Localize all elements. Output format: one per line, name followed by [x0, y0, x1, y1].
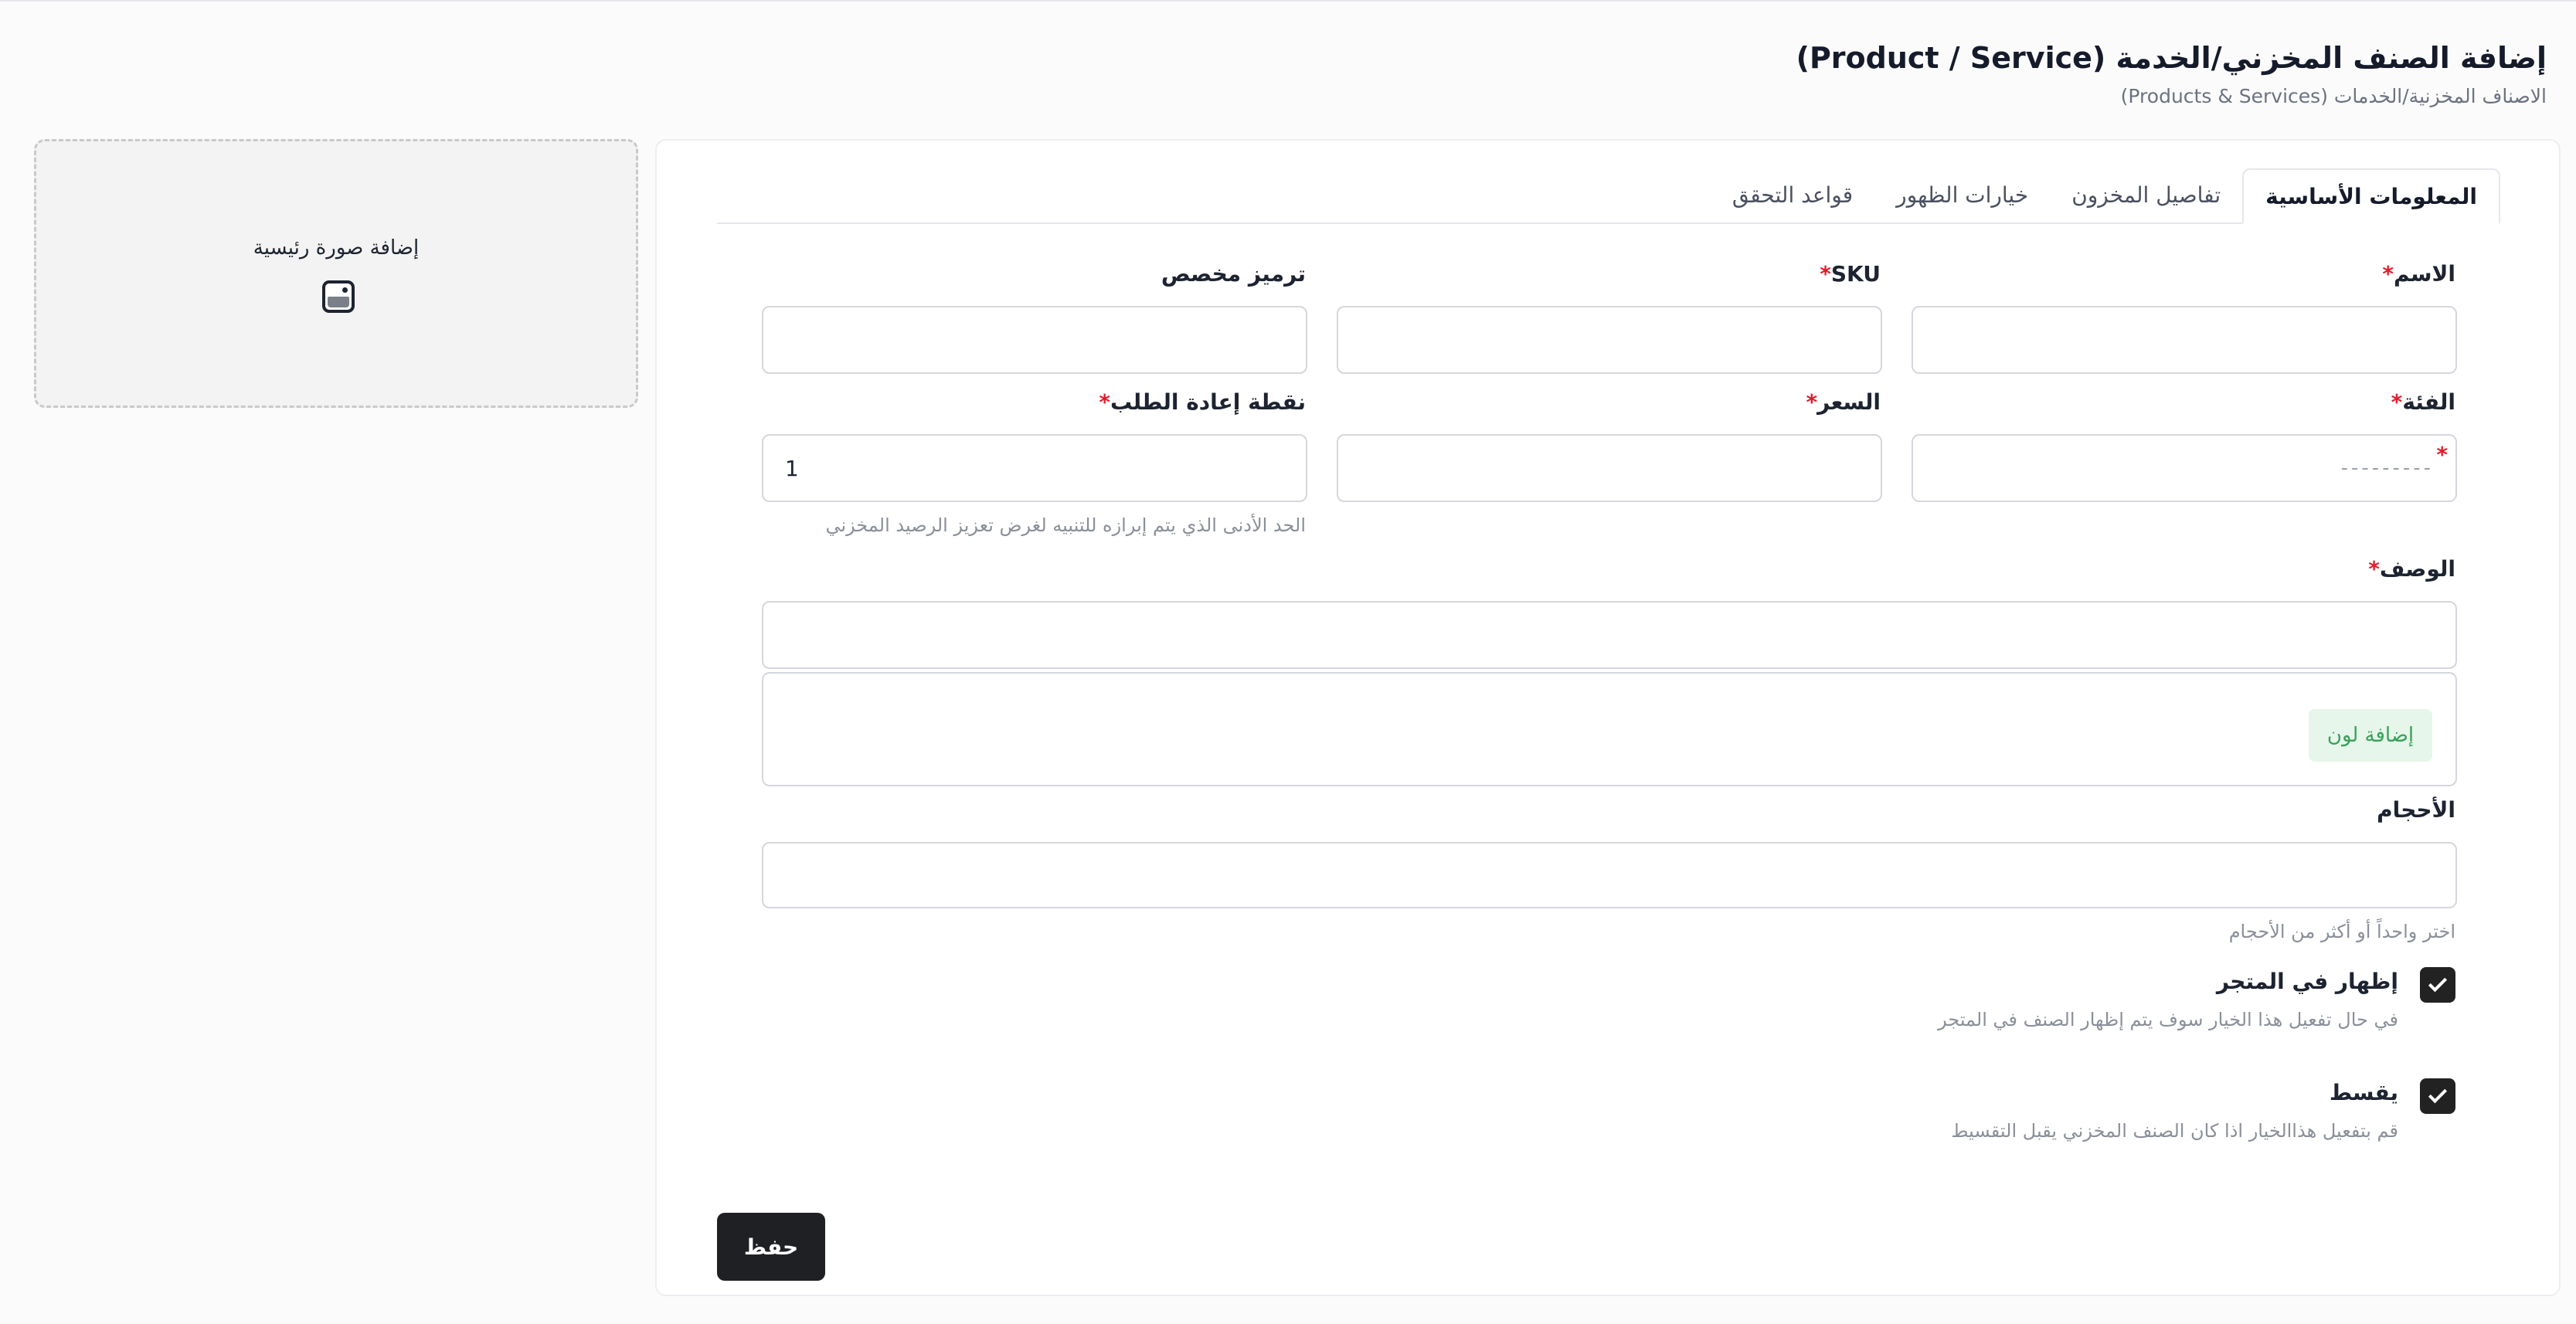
show-in-store-label[interactable]: إظهار في المتجر — [2217, 969, 2398, 994]
category-select[interactable]: --------- * — [1912, 434, 2457, 502]
product-form-card: المعلومات الأساسية تفاصيل المخزون خيارات… — [655, 139, 2561, 1296]
required-mark: * — [2382, 261, 2394, 287]
show-in-store-checkbox[interactable] — [2420, 967, 2455, 1003]
installment-checkbox[interactable] — [2420, 1078, 2455, 1114]
installment-label[interactable]: يقسط — [2330, 1080, 2398, 1105]
installment-hint: قم بتفعيل هذاالخيار اذا كان الصنف المخزن… — [1951, 1120, 2398, 1142]
save-button[interactable]: حفظ — [717, 1213, 825, 1281]
image-icon[interactable] — [322, 280, 355, 313]
sizes-select[interactable] — [762, 842, 2457, 908]
breadcrumb[interactable]: الاصناف المخزنية/الخدمات (Products & Ser… — [1796, 85, 2547, 107]
tab-visibility-options[interactable]: خيارات الظهور — [1874, 167, 2050, 222]
category-placeholder: --------- — [2340, 457, 2434, 480]
description-label: الوصف* — [2368, 556, 2455, 582]
reorder-point-input[interactable]: 1 — [762, 434, 1307, 502]
sizes-hint: اختر واحداً أو أكثر من الأحجام — [2228, 921, 2455, 942]
custom-code-input[interactable] — [762, 306, 1307, 374]
category-label: الفئة* — [2391, 389, 2455, 415]
page-title: إضافة الصنف المخزني/الخدمة (Product / Se… — [1796, 41, 2547, 75]
tab-basic-info[interactable]: المعلومات الأساسية — [2242, 168, 2500, 224]
required-mark: * — [2391, 389, 2403, 415]
price-input[interactable] — [1337, 434, 1882, 502]
show-in-store-hint: في حال تفعيل هذا الخيار سوف يتم إظهار ال… — [1938, 1009, 2398, 1030]
sizes-label: الأحجام — [2377, 797, 2455, 823]
required-mark: * — [1806, 389, 1818, 415]
required-mark: * — [1099, 389, 1110, 415]
required-mark: * — [2368, 556, 2380, 582]
name-input[interactable] — [1912, 306, 2457, 374]
check-icon — [2428, 1085, 2448, 1104]
sku-label: SKU* — [1820, 261, 1881, 287]
add-color-button[interactable]: إضافة لون — [2309, 709, 2432, 762]
reorder-point-label: نقطة إعادة الطلب* — [1099, 389, 1306, 415]
tabs-bar: المعلومات الأساسية تفاصيل المخزون خيارات… — [717, 154, 2500, 224]
reorder-point-hint: الحد الأدنى الذي يتم إبرازه للتنبيه لغرض… — [825, 514, 1306, 536]
custom-code-label: ترميز مخصص — [1161, 261, 1306, 287]
description-input[interactable] — [762, 601, 2457, 669]
main-image-upload-label: إضافة صورة رئيسية — [253, 236, 420, 260]
required-mark: * — [1820, 261, 1831, 287]
tab-validation-rules[interactable]: قواعد التحقق — [1711, 167, 1874, 222]
top-divider — [0, 0, 2576, 2]
sku-input[interactable] — [1337, 306, 1882, 374]
check-icon — [2428, 973, 2448, 993]
colors-box: إضافة لون — [762, 672, 2457, 786]
page-header: إضافة الصنف المخزني/الخدمة (Product / Se… — [1796, 39, 2547, 107]
required-mark: * — [2436, 442, 2448, 467]
price-label: السعر* — [1806, 389, 1881, 415]
tab-inventory-details[interactable]: تفاصيل المخزون — [2050, 167, 2242, 222]
name-label: الاسم* — [2382, 261, 2455, 287]
main-image-upload[interactable]: إضافة صورة رئيسية — [34, 139, 638, 408]
